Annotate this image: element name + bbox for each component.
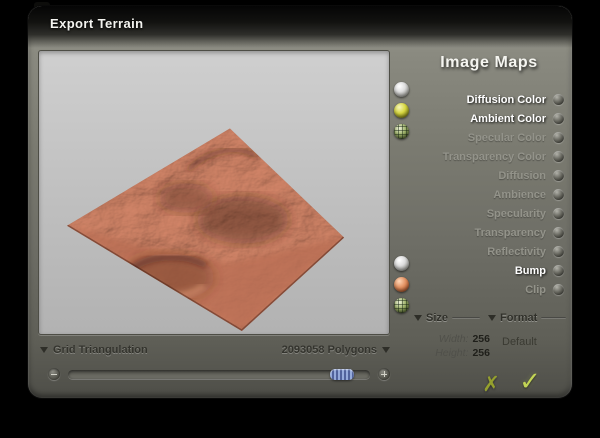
terrain-preview-viewport[interactable] (38, 50, 390, 335)
image-maps-panel: Image Maps Diffusion Color Ambient Color S… (414, 54, 564, 299)
image-map-label-ambience[interactable]: Ambience (493, 189, 546, 201)
image-map-row: Ambient Color (414, 109, 564, 128)
preview-material-buttons-bottom (394, 256, 409, 313)
wire-sphere-button[interactable] (394, 298, 409, 313)
cancel-button[interactable]: ✗ (476, 370, 506, 398)
detail-slider-row (48, 368, 390, 380)
export-terrain-dialog: Export Terrain Image Maps Diffusion Colo… (28, 6, 572, 398)
image-map-toggle-sphere[interactable] (553, 189, 564, 200)
terrain-render (67, 128, 345, 332)
image-map-toggle-sphere[interactable] (553, 151, 564, 162)
image-map-row: Reflectivity (414, 242, 564, 261)
image-map-row: Specular Color (414, 128, 564, 147)
image-maps-title: Image Maps (440, 54, 538, 71)
image-map-toggle-sphere[interactable] (553, 265, 564, 276)
image-map-row: Diffusion (414, 166, 564, 185)
image-map-label-transparency[interactable]: Transparency (474, 227, 546, 239)
image-map-row: Transparency Color (414, 147, 564, 166)
image-map-toggle-sphere[interactable] (553, 284, 564, 295)
image-map-toggle-sphere[interactable] (553, 113, 564, 124)
polygons-label: 2093058 Polygons (281, 344, 377, 356)
yellow-sphere-button[interactable] (394, 103, 409, 118)
width-value[interactable]: 256 (472, 333, 490, 345)
image-map-row: Transparency (414, 223, 564, 242)
size-collapse-triangle-icon (414, 315, 422, 321)
triangulation-triangle-icon (40, 347, 48, 353)
slider-decrease-button[interactable] (48, 368, 60, 380)
format-collapse-triangle-icon (488, 315, 496, 321)
format-section-header[interactable]: Format (488, 312, 566, 324)
image-map-toggle-sphere[interactable] (553, 208, 564, 219)
screen-background: Export Terrain Image Maps Diffusion Colo… (0, 0, 600, 438)
image-map-label-specular-color[interactable]: Specular Color (468, 132, 546, 144)
dialog-title: Export Terrain (50, 16, 144, 31)
height-label: Height: (435, 347, 469, 359)
image-map-toggle-sphere[interactable] (553, 170, 564, 181)
section-headers: Size Format (414, 312, 566, 324)
height-value[interactable]: 256 (472, 347, 490, 359)
detail-slider-track[interactable] (68, 368, 370, 380)
white-sphere-button[interactable] (394, 82, 409, 97)
image-map-label-clip[interactable]: Clip (525, 284, 546, 296)
size-fields: Width: 256 Height: 256 (418, 332, 490, 360)
size-section-header[interactable]: Size (414, 312, 480, 324)
image-map-label-bump[interactable]: Bump (515, 265, 546, 277)
image-map-label-reflectivity[interactable]: Reflectivity (487, 246, 546, 258)
width-field-row: Width: 256 (418, 332, 490, 346)
image-map-label-diffusion-color[interactable]: Diffusion Color (467, 94, 546, 106)
format-value[interactable]: Default (502, 336, 537, 348)
preview-footer: Grid Triangulation 2093058 Polygons (40, 344, 390, 356)
size-section-rule (452, 317, 480, 319)
confirm-button[interactable]: ✓ (514, 366, 546, 398)
orange-sphere-button[interactable] (394, 277, 409, 292)
dialog-titlebar: Export Terrain (28, 6, 572, 48)
image-map-toggle-sphere[interactable] (553, 246, 564, 257)
polygons-triangle-icon (382, 347, 390, 353)
image-map-toggle-sphere[interactable] (553, 94, 564, 105)
white-sphere-button[interactable] (394, 256, 409, 271)
image-map-label-specularity[interactable]: Specularity (487, 208, 546, 220)
image-map-toggle-sphere[interactable] (553, 227, 564, 238)
size-section-title: Size (426, 312, 449, 324)
triangulation-label: Grid Triangulation (53, 344, 148, 356)
slider-increase-button[interactable] (378, 368, 390, 380)
image-map-label-transparency-color[interactable]: Transparency Color (443, 151, 546, 163)
height-field-row: Height: 256 (418, 346, 490, 360)
image-map-row: Specularity (414, 204, 564, 223)
polygons-dropdown[interactable]: 2093058 Polygons (282, 344, 390, 356)
detail-slider-handle[interactable] (329, 368, 354, 380)
preview-material-buttons-top (394, 82, 409, 139)
format-section-title: Format (500, 312, 538, 324)
grid-triangulation-dropdown[interactable]: Grid Triangulation (40, 344, 148, 356)
wire-sphere-button[interactable] (394, 124, 409, 139)
image-map-row: Clip (414, 280, 564, 299)
image-maps-list: Diffusion Color Ambient Color Specular Col… (414, 90, 564, 299)
image-map-row: Bump (414, 261, 564, 280)
image-map-label-diffusion[interactable]: Diffusion (498, 170, 546, 182)
image-map-row: Ambience (414, 185, 564, 204)
image-map-toggle-sphere[interactable] (553, 132, 564, 143)
image-map-row: Diffusion Color (414, 90, 564, 109)
format-section-rule (541, 317, 566, 319)
image-map-label-ambient-color[interactable]: Ambient Color (470, 113, 546, 125)
width-label: Width: (438, 333, 469, 345)
